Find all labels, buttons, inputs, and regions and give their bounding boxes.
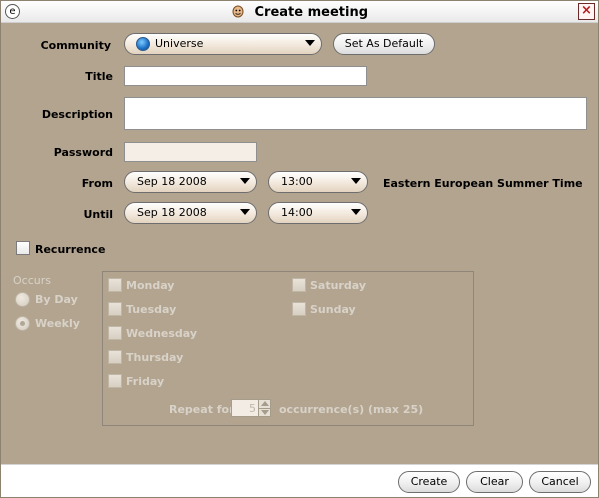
- chevron-down-icon: [351, 178, 361, 184]
- day-label-monday: Monday: [126, 279, 175, 292]
- from-time-value: 13:00: [281, 175, 313, 188]
- timezone-label: Eastern European Summer Time: [383, 177, 583, 190]
- close-icon[interactable]: ×: [578, 3, 595, 20]
- set-as-default-button[interactable]: Set As Default: [333, 33, 435, 55]
- title-input[interactable]: [124, 66, 367, 86]
- day-label-friday: Friday: [126, 375, 165, 388]
- until-time-select[interactable]: 14:00: [268, 202, 368, 224]
- password-input[interactable]: [124, 142, 257, 162]
- description-input[interactable]: [124, 97, 587, 130]
- create-meeting-dialog: e Create meeting × Community Universe Se…: [0, 0, 599, 498]
- day-label-tuesday: Tuesday: [126, 303, 177, 316]
- chevron-down-icon: [240, 209, 250, 215]
- until-label: Until: [83, 208, 113, 221]
- button-bar: Create Clear Cancel: [1, 464, 598, 497]
- from-time-select[interactable]: 13:00: [268, 171, 368, 193]
- recurrence-checkbox[interactable]: [16, 241, 30, 255]
- title-bar: e Create meeting ×: [1, 1, 598, 23]
- until-date-select[interactable]: Sep 18 2008: [124, 202, 257, 224]
- community-select[interactable]: Universe: [124, 33, 322, 55]
- spinner-down-icon[interactable]: [258, 408, 270, 416]
- day-checkbox-saturday[interactable]: [292, 278, 306, 292]
- day-checkbox-thursday[interactable]: [108, 350, 122, 364]
- description-label: Description: [41, 108, 113, 121]
- window-title: Create meeting: [254, 5, 369, 20]
- community-value: Universe: [155, 37, 204, 50]
- chevron-down-icon: [240, 178, 250, 184]
- by-day-radio[interactable]: [15, 292, 30, 307]
- by-day-label: By Day: [35, 293, 78, 306]
- password-label: Password: [53, 146, 113, 159]
- occurrences-max-label: occurrence(s) (max 25): [279, 403, 424, 416]
- cancel-button[interactable]: Cancel: [529, 471, 591, 493]
- repeat-for-label: Repeat for: [169, 403, 235, 416]
- chevron-down-icon: [351, 209, 361, 215]
- weekly-label: Weekly: [35, 317, 80, 330]
- recurrence-label: Recurrence: [35, 243, 106, 256]
- day-checkbox-friday[interactable]: [108, 374, 122, 388]
- spinner-up-icon[interactable]: [258, 400, 270, 408]
- day-checkbox-sunday[interactable]: [292, 302, 306, 316]
- globe-icon: [136, 37, 150, 51]
- app-logo-icon: [231, 4, 245, 18]
- day-checkbox-wednesday[interactable]: [108, 326, 122, 340]
- day-label-thursday: Thursday: [126, 351, 184, 364]
- from-label: From: [81, 177, 113, 190]
- occurs-label: Occurs: [13, 274, 51, 287]
- day-checkbox-monday[interactable]: [108, 278, 122, 292]
- radio-selected-dot: [20, 321, 25, 326]
- day-checkbox-tuesday[interactable]: [108, 302, 122, 316]
- clear-button[interactable]: Clear: [466, 471, 523, 493]
- weekly-radio[interactable]: [15, 316, 30, 331]
- until-time-value: 14:00: [281, 206, 313, 219]
- create-button[interactable]: Create: [398, 471, 460, 493]
- repeat-count-stepper[interactable]: 5: [231, 399, 271, 417]
- until-date-value: Sep 18 2008: [137, 206, 207, 219]
- title-label: Title: [85, 70, 113, 83]
- day-label-sunday: Sunday: [310, 303, 356, 316]
- from-date-select[interactable]: Sep 18 2008: [124, 171, 257, 193]
- repeat-count-value: 5: [249, 402, 256, 415]
- chevron-down-icon: [305, 40, 315, 46]
- from-date-value: Sep 18 2008: [137, 175, 207, 188]
- community-label: Community: [40, 39, 111, 52]
- day-label-wednesday: Wednesday: [126, 327, 198, 340]
- title-area: Create meeting: [1, 4, 598, 20]
- day-label-saturday: Saturday: [310, 279, 366, 292]
